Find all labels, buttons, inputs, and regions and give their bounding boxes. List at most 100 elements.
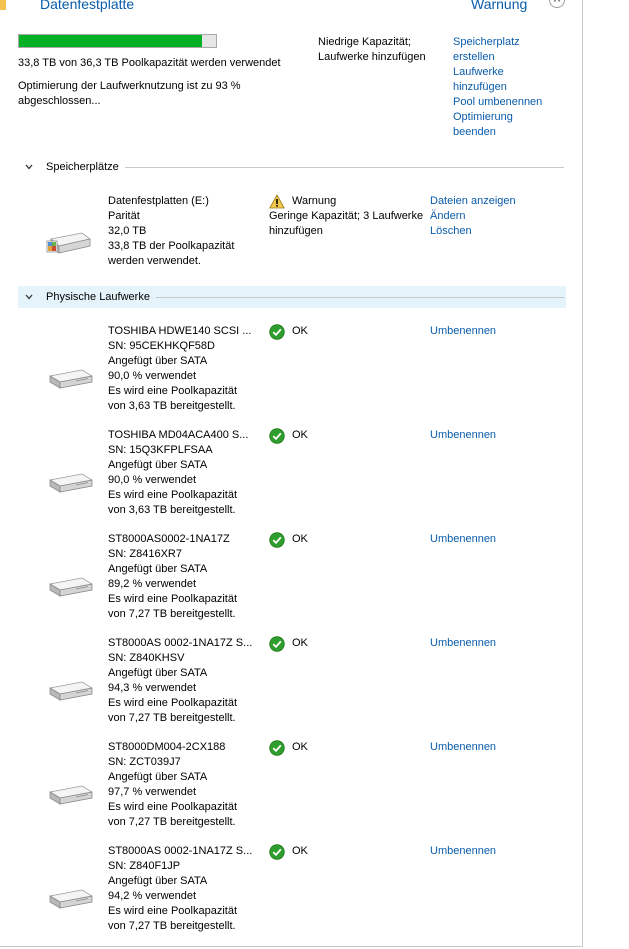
spaces-section-header[interactable]: Speicherplätze bbox=[18, 156, 566, 178]
storage-space-icon bbox=[46, 229, 92, 260]
pool-status-strip bbox=[0, 0, 6, 10]
collapse-button[interactable] bbox=[549, 0, 565, 8]
drive-provides-line: Es wird eine Poolkapazität bbox=[108, 905, 238, 917]
drive-details: TOSHIBA HDWE140 SCSI ... SN: 95CEKHKQF58… bbox=[108, 324, 251, 414]
pool-title: Datenfestplatte bbox=[40, 0, 135, 12]
drive-name: TOSHIBA HDWE140 SCSI ... bbox=[108, 325, 252, 337]
drives-section-header[interactable]: Physische Laufwerke bbox=[18, 286, 566, 308]
drive-usage: 94,2 % verwendet bbox=[108, 890, 197, 902]
hard-drive-icon bbox=[48, 367, 94, 391]
drive-details: ST8000DM004-2CX188 SN: ZCT039J7 Angefügt… bbox=[108, 740, 237, 830]
drive-serial: SN: Z840KHSV bbox=[108, 652, 185, 664]
ok-check-icon bbox=[269, 636, 285, 652]
ok-check-icon bbox=[269, 740, 285, 756]
rename-drive-link[interactable]: Umbenennen bbox=[430, 324, 496, 339]
drive-details: ST8000AS0002-1NA17Z SN: Z8416XR7 Angefüg… bbox=[108, 532, 237, 622]
pool-status-link[interactable]: Warnung bbox=[471, 0, 527, 12]
spaces-section-label: Speicherplätze bbox=[46, 161, 119, 173]
drive-provides-line: Es wird eine Poolkapazität bbox=[108, 801, 238, 813]
hard-drive-icon bbox=[48, 887, 94, 911]
drive-status: OK bbox=[292, 325, 308, 337]
pool-capacity-bar bbox=[18, 34, 217, 48]
rename-drive-link[interactable]: Umbenennen bbox=[430, 428, 496, 443]
drive-name: ST8000AS 0002-1NA17Z S... bbox=[108, 845, 253, 857]
storage-pool-panel: Datenfestplatte Warnung 33,8 TB von 36,3… bbox=[0, 0, 583, 947]
drive-provides-line: Es wird eine Poolkapazität bbox=[108, 697, 238, 709]
drive-serial: SN: ZCT039J7 bbox=[108, 756, 181, 768]
drive-provides-line: von 3,63 TB bereitgestellt. bbox=[108, 400, 236, 412]
hard-drive-icon bbox=[48, 679, 94, 703]
drive-serial: SN: Z8416XR7 bbox=[108, 548, 182, 560]
drive-status: OK bbox=[292, 845, 308, 857]
drives-section-label: Physische Laufwerke bbox=[46, 291, 150, 303]
drive-serial: SN: 15Q3KFPLFSAA bbox=[108, 444, 213, 456]
drive-bus: Angefügt über SATA bbox=[108, 563, 208, 575]
view-files-link[interactable]: Dateien anzeigen bbox=[430, 194, 516, 209]
pool-capacity-fill bbox=[19, 35, 203, 47]
drive-name: ST8000AS0002-1NA17Z bbox=[108, 533, 230, 545]
space-usage-line: werden verwendet. bbox=[108, 255, 201, 267]
drive-usage: 97,7 % verwendet bbox=[108, 786, 197, 798]
pool-usage-text: 33,8 TB von 36,3 TB Poolkapazität werden… bbox=[18, 57, 281, 69]
space-usage-line: 33,8 TB der Poolkapazität bbox=[108, 240, 235, 252]
rename-drive-link[interactable]: Umbenennen bbox=[430, 740, 496, 755]
ok-check-icon bbox=[269, 844, 285, 860]
hard-drive-icon bbox=[48, 471, 94, 495]
drive-usage: 89,2 % verwendet bbox=[108, 578, 197, 590]
space-actions: Dateien anzeigen Ändern Löschen bbox=[430, 194, 516, 239]
drive-usage: 94,3 % verwendet bbox=[108, 682, 197, 694]
chevron-down-icon bbox=[18, 163, 40, 171]
drive-provides-line: von 7,27 TB bereitgestellt. bbox=[108, 816, 236, 828]
drive-usage: 90,0 % verwendet bbox=[108, 370, 197, 382]
drive-provides-line: von 3,63 TB bereitgestellt. bbox=[108, 504, 236, 516]
drive-name: ST8000DM004-2CX188 bbox=[108, 741, 226, 753]
add-drives-link[interactable]: Laufwerke bbox=[453, 65, 542, 80]
pool-alert-line: Niedrige Kapazität; bbox=[318, 36, 411, 48]
hard-drive-icon bbox=[48, 575, 94, 599]
drive-status: OK bbox=[292, 533, 308, 545]
pool-optimization-text: Optimierung der Laufwerknutzung ist zu 9… bbox=[18, 79, 241, 109]
create-space-link-cont[interactable]: erstellen bbox=[453, 50, 542, 65]
drive-provides-line: von 7,27 TB bereitgestellt. bbox=[108, 712, 236, 724]
drive-provides-line: Es wird eine Poolkapazität bbox=[108, 593, 238, 605]
stop-optimization-link-cont[interactable]: beenden bbox=[453, 125, 542, 140]
drive-status: OK bbox=[292, 637, 308, 649]
drive-status: OK bbox=[292, 741, 308, 753]
drive-provides-line: von 7,27 TB bereitgestellt. bbox=[108, 608, 236, 620]
drive-bus: Angefügt über SATA bbox=[108, 355, 208, 367]
ok-check-icon bbox=[269, 428, 285, 444]
pool-alert-text: Niedrige Kapazität; Laufwerke hinzufügen bbox=[318, 35, 426, 65]
rename-drive-link[interactable]: Umbenennen bbox=[430, 844, 496, 859]
drive-name: TOSHIBA MD04ACA400 S... bbox=[108, 429, 249, 441]
delete-space-link[interactable]: Löschen bbox=[430, 224, 516, 239]
change-space-link[interactable]: Ändern bbox=[430, 209, 516, 224]
chevron-down-icon bbox=[18, 293, 40, 301]
section-divider bbox=[124, 166, 564, 168]
space-status-detail-line: hinzufügen bbox=[269, 225, 323, 237]
pool-actions: Speicherplatz erstellen Laufwerke hinzuf… bbox=[453, 35, 542, 140]
pool-optimization-line: Optimierung der Laufwerknutzung ist zu 9… bbox=[18, 80, 241, 92]
space-status-detail: Geringe Kapazität; 3 Laufwerke hinzufüge… bbox=[269, 209, 423, 239]
section-divider bbox=[155, 296, 564, 298]
drive-usage: 90,0 % verwendet bbox=[108, 474, 197, 486]
add-drives-link-cont[interactable]: hinzufügen bbox=[453, 80, 542, 95]
space-resiliency: Parität bbox=[108, 210, 140, 222]
rename-pool-link[interactable]: Pool umbenennen bbox=[453, 95, 542, 110]
drive-provides-line: von 7,27 TB bereitgestellt. bbox=[108, 920, 236, 932]
hard-drive-icon bbox=[48, 783, 94, 807]
drive-details: ST8000AS 0002-1NA17Z S... SN: Z840F1JP A… bbox=[108, 844, 252, 934]
stop-optimization-link[interactable]: Optimierung bbox=[453, 110, 542, 125]
drive-serial: SN: 95CEKHKQF58D bbox=[108, 340, 215, 352]
rename-drive-link[interactable]: Umbenennen bbox=[430, 532, 496, 547]
pool-alert-line: Laufwerke hinzufügen bbox=[318, 51, 426, 63]
drive-name: ST8000AS 0002-1NA17Z S... bbox=[108, 637, 253, 649]
rename-drive-link[interactable]: Umbenennen bbox=[430, 636, 496, 651]
space-status-detail-line: Geringe Kapazität; 3 Laufwerke bbox=[269, 210, 424, 222]
drive-details: TOSHIBA MD04ACA400 S... SN: 15Q3KFPLFSAA… bbox=[108, 428, 248, 518]
ok-check-icon bbox=[269, 324, 285, 340]
drive-bus: Angefügt über SATA bbox=[108, 459, 208, 471]
space-details: Datenfestplatten (E:) Parität 32,0 TB 33… bbox=[108, 194, 234, 269]
create-space-link[interactable]: Speicherplatz bbox=[453, 35, 542, 50]
drive-bus: Angefügt über SATA bbox=[108, 667, 208, 679]
drive-provides-line: Es wird eine Poolkapazität bbox=[108, 385, 238, 397]
